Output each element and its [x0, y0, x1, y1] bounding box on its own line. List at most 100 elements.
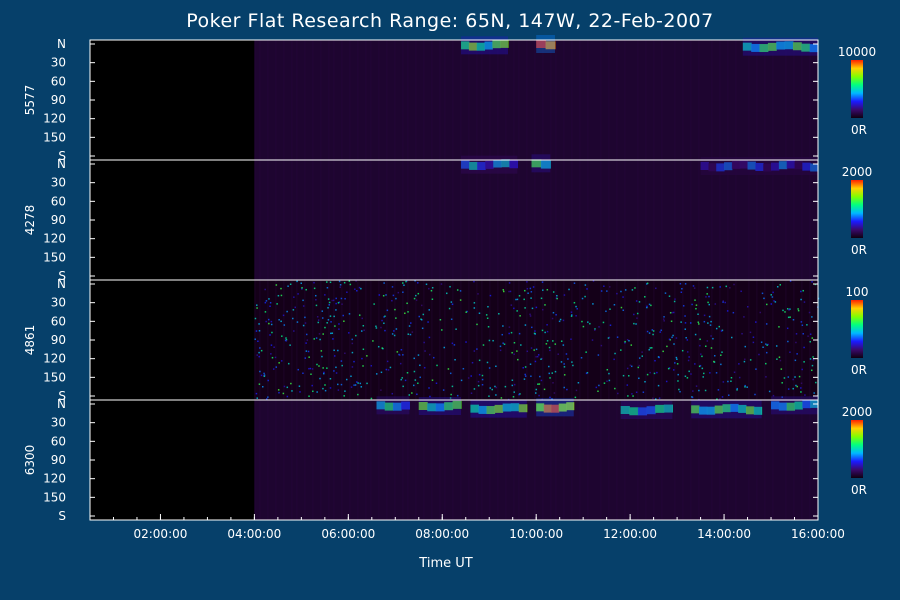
noise-speckle	[681, 349, 684, 352]
noise-speckle	[798, 375, 801, 378]
texture-streak	[809, 400, 811, 520]
texture-streak	[328, 160, 330, 280]
noise-speckle	[540, 379, 543, 382]
noise-speckle	[274, 356, 277, 359]
panel-5577: N306090120150S5577100000R	[23, 35, 876, 163]
noise-speckle	[792, 387, 794, 390]
noise-speckle	[302, 324, 305, 327]
noise-speckle	[652, 333, 654, 336]
noise-speckle	[470, 392, 473, 394]
noise-speckle	[562, 344, 565, 346]
noise-speckle	[324, 326, 326, 329]
noise-speckle	[800, 382, 803, 385]
texture-streak	[370, 160, 372, 280]
noise-speckle	[581, 320, 583, 323]
noise-speckle	[317, 321, 320, 324]
noise-speckle	[653, 372, 656, 375]
noise-speckle	[418, 315, 420, 318]
noise-speckle	[337, 302, 340, 304]
texture-streak	[518, 280, 520, 400]
noise-speckle	[720, 330, 723, 332]
noise-speckle	[476, 323, 478, 326]
noise-speckle	[272, 368, 275, 370]
noise-speckle	[710, 335, 712, 337]
noise-speckle	[674, 298, 676, 300]
noise-speckle	[695, 304, 698, 306]
noise-speckle	[676, 358, 678, 361]
texture-streak	[616, 400, 618, 520]
noise-speckle	[648, 303, 651, 306]
noise-speckle	[652, 397, 654, 399]
noise-speckle	[535, 348, 538, 351]
noise-speckle	[771, 296, 774, 298]
noise-speckle	[637, 366, 640, 369]
noise-speckle	[386, 360, 389, 363]
noise-speckle	[460, 379, 463, 382]
texture-streak	[785, 40, 787, 160]
noise-speckle	[646, 305, 648, 308]
texture-streak	[785, 400, 787, 520]
noise-speckle	[502, 325, 504, 327]
texture-streak	[439, 280, 441, 400]
noise-speckle	[338, 323, 340, 325]
texture-streak	[587, 280, 589, 400]
noise-speckle	[622, 296, 624, 298]
noise-speckle	[304, 316, 306, 319]
noise-speckle	[589, 322, 591, 325]
noise-speckle	[614, 352, 616, 355]
texture-streak	[481, 160, 483, 280]
noise-speckle	[676, 363, 679, 365]
noise-speckle	[512, 396, 515, 398]
noise-speckle	[800, 321, 803, 323]
noise-speckle	[380, 389, 382, 391]
noise-speckle	[703, 320, 706, 323]
noise-speckle	[354, 288, 356, 290]
noise-speckle	[285, 337, 287, 339]
noise-speckle	[351, 366, 354, 368]
emission-glow	[461, 36, 509, 55]
noise-speckle	[535, 306, 538, 309]
texture-streak	[476, 160, 478, 280]
noise-speckle	[558, 320, 561, 323]
texture-streak	[254, 40, 256, 160]
noise-speckle	[305, 288, 307, 291]
noise-speckle	[690, 373, 692, 375]
texture-streak	[682, 160, 684, 280]
texture-streak	[378, 160, 380, 280]
noise-speckle	[651, 329, 654, 331]
noise-speckle	[310, 373, 312, 375]
texture-streak	[489, 40, 491, 160]
noise-speckle	[630, 365, 633, 368]
noise-speckle	[531, 307, 534, 310]
noise-speckle	[678, 388, 680, 391]
noise-speckle	[350, 375, 352, 378]
noise-speckle	[672, 334, 674, 337]
colorbar-min-label: 0R	[851, 483, 867, 497]
texture-streak	[328, 280, 330, 400]
noise-speckle	[419, 376, 421, 379]
noise-speckle	[744, 358, 746, 361]
noise-speckle	[516, 298, 519, 301]
noise-speckle	[375, 327, 378, 329]
noise-speckle	[439, 318, 442, 321]
texture-streak	[674, 40, 676, 160]
texture-streak	[555, 400, 557, 520]
noise-speckle	[537, 354, 540, 356]
panel-4861: N306090120150S48611000R	[23, 277, 868, 403]
noise-speckle	[394, 308, 396, 311]
noise-speckle	[711, 286, 714, 289]
noise-speckle	[729, 287, 731, 289]
noise-speckle	[813, 392, 815, 394]
noise-speckle	[688, 370, 690, 373]
noise-speckle	[513, 391, 515, 393]
noise-speckle	[644, 296, 646, 298]
noise-speckle	[385, 294, 387, 296]
noise-speckle	[335, 309, 337, 311]
noise-speckle	[552, 311, 555, 314]
noise-speckle	[362, 348, 365, 351]
noise-speckle	[380, 326, 382, 329]
noise-speckle	[746, 306, 749, 308]
y-tick-label: 60	[51, 194, 66, 208]
noise-speckle	[563, 294, 566, 296]
emission-glow	[376, 396, 410, 415]
